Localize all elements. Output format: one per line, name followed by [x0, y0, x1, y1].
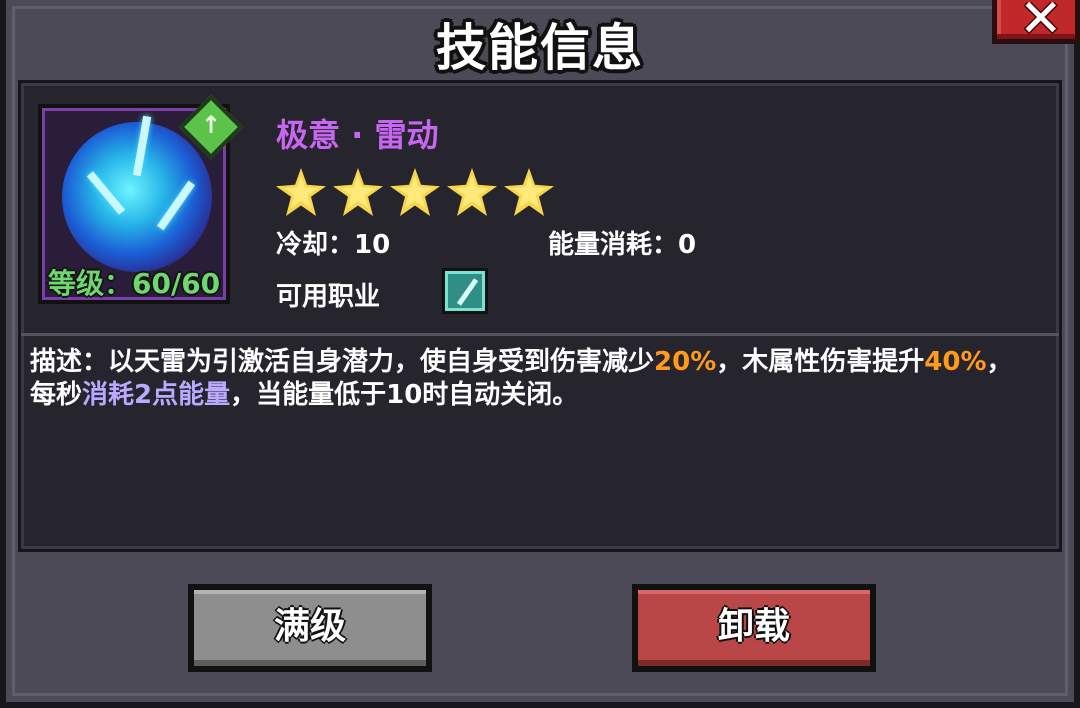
- energy-drain-text: 消耗2点能量: [82, 380, 231, 410]
- panel-divider: [21, 333, 1059, 336]
- energy-cost-stat: 能量消耗：0: [548, 230, 697, 260]
- skill-stars: [276, 168, 561, 216]
- star-icon: [504, 168, 554, 216]
- unequip-button[interactable]: 卸载: [632, 584, 876, 672]
- max-level-button[interactable]: 满级: [188, 584, 432, 672]
- damage-reduction-value: 20%: [654, 347, 717, 377]
- description-text: ，木属性伤害提升: [716, 347, 925, 377]
- star-icon: [447, 168, 497, 216]
- star-icon: [390, 168, 440, 216]
- skill-description: 描述：以天雷为引激活自身潜力，使自身受到伤害减少20%，木属性伤害提升40%，每…: [30, 346, 1020, 412]
- sword-icon: [456, 278, 479, 306]
- star-icon: [333, 168, 383, 216]
- sword-class-icon[interactable]: [442, 268, 488, 314]
- close-icon: ✕: [1019, 0, 1063, 49]
- usable-class-label: 可用职业: [276, 282, 381, 312]
- upgrade-arrow-icon: ↑: [200, 111, 222, 139]
- cooldown-stat: 冷却：10: [276, 230, 391, 260]
- description-text: 描述：以天雷为引激活自身潜力，使自身受到伤害减少: [30, 347, 655, 377]
- damage-boost-value: 40%: [924, 347, 987, 377]
- lightning-orb-icon: [62, 122, 212, 272]
- dialog-title: 技能信息: [436, 19, 644, 77]
- skill-level: 等级：60/60: [48, 267, 221, 300]
- close-button[interactable]: ✕: [992, 0, 1080, 49]
- description-text: ，当能量低于10时自动关闭。: [230, 380, 579, 410]
- star-icon: [276, 168, 326, 216]
- skill-name: 极意 · 雷动: [276, 116, 439, 154]
